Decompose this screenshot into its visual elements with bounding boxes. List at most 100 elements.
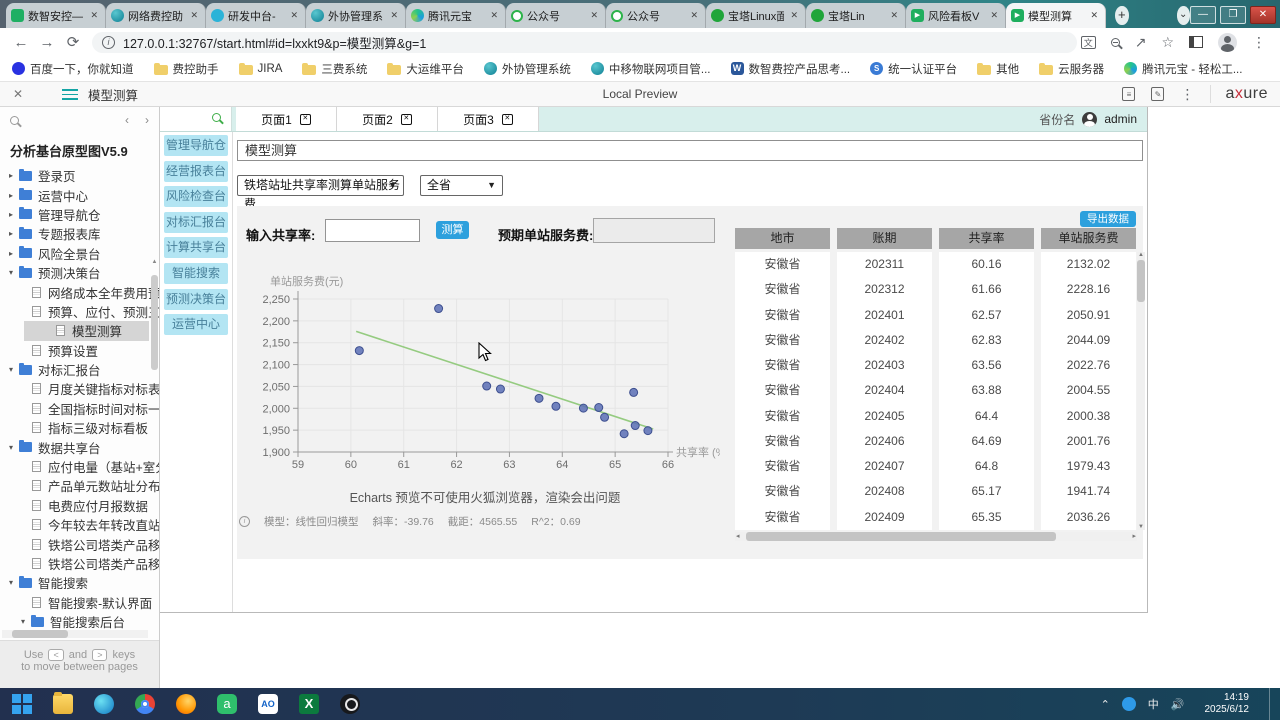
sidebar-item[interactable]: ▸专题报表库 bbox=[0, 224, 159, 243]
browser-tab[interactable]: 风险看板V✕ bbox=[906, 3, 1006, 28]
browser-tab[interactable]: 公众号✕ bbox=[506, 3, 606, 28]
browser-tab[interactable]: 公众号✕ bbox=[606, 3, 706, 28]
sidebar-item[interactable]: 产品单元数站址分布 bbox=[0, 476, 159, 495]
scroll-left-icon[interactable]: ◂ bbox=[736, 532, 740, 541]
console-icon[interactable]: ✎ bbox=[1151, 87, 1164, 101]
scrollbar-thumb[interactable] bbox=[1137, 260, 1145, 302]
show-desktop-button[interactable] bbox=[1269, 688, 1274, 720]
menu-button[interactable]: 预测决策台 bbox=[164, 289, 228, 310]
page-tab[interactable]: 页面3✕ bbox=[438, 107, 539, 131]
menu-button[interactable]: 风险检查台 bbox=[164, 186, 228, 207]
sidebar-item[interactable]: 智能搜索-默认界面 bbox=[0, 593, 159, 612]
edge-browser-icon[interactable] bbox=[94, 694, 114, 714]
close-button[interactable]: ✕ bbox=[1250, 6, 1276, 24]
table-row[interactable]: 安徽省20240463.882004.55 bbox=[735, 378, 1137, 403]
sidebar-item[interactable]: 应付电量（基站+室分W bbox=[0, 457, 159, 476]
message-icon[interactable] bbox=[1122, 697, 1136, 711]
profile-avatar[interactable] bbox=[1218, 33, 1237, 52]
bookmark-item[interactable]: 云服务器 bbox=[1039, 61, 1104, 77]
tab-close-icon[interactable]: ✕ bbox=[488, 10, 500, 21]
chrome-browser-icon[interactable] bbox=[135, 694, 155, 714]
browser-tab[interactable]: 宝塔Lin✕ bbox=[806, 3, 906, 28]
page-tab-close-icon[interactable]: ✕ bbox=[300, 114, 311, 125]
url-field[interactable]: i 127.0.0.1:32767/start.html#id=lxxkt9&p… bbox=[92, 32, 1077, 53]
green-chat-app-icon[interactable] bbox=[217, 694, 237, 714]
sidebar-item[interactable]: 指标三级对标看板 bbox=[0, 418, 159, 437]
scrollbar-thumb[interactable] bbox=[12, 630, 68, 638]
region-select[interactable]: 全省▼ bbox=[420, 175, 503, 196]
table-row[interactable]: 安徽省20240262.832044.09 bbox=[735, 328, 1137, 353]
sidebar-item[interactable]: ▸登录页 bbox=[0, 166, 159, 185]
table-horizontal-scrollbar[interactable]: ◂ ▸ bbox=[735, 532, 1137, 541]
search-icon[interactable] bbox=[10, 116, 19, 125]
menu-button[interactable]: 计算共享台 bbox=[164, 237, 228, 258]
table-row[interactable]: 安徽省20240664.692001.76 bbox=[735, 429, 1137, 454]
close-panel-icon[interactable]: ✕ bbox=[0, 87, 36, 101]
chevron-down-icon[interactable]: ▾ bbox=[6, 268, 16, 277]
table-row[interactable]: 安徽省20240162.572050.91 bbox=[735, 303, 1137, 328]
chevron-right-icon[interactable]: ▸ bbox=[6, 229, 16, 238]
table-vertical-scrollbar[interactable]: ▲ ▼ bbox=[1137, 252, 1145, 530]
table-row[interactable]: 安徽省20231160.162132.02 bbox=[735, 252, 1137, 277]
pages-icon[interactable]: ≡ bbox=[1122, 87, 1135, 101]
axure-menu-icon[interactable]: ⋮ bbox=[1180, 86, 1194, 103]
chevron-down-icon[interactable]: ▾ bbox=[6, 365, 16, 374]
input-language-indicator[interactable]: 中 bbox=[1148, 696, 1159, 712]
ao-app-icon[interactable] bbox=[258, 694, 278, 714]
tab-search-chevron-icon[interactable]: ⌄ bbox=[1177, 6, 1191, 25]
sidebar-item[interactable]: 网络成本全年费用预测 bbox=[0, 282, 159, 301]
browser-tab[interactable]: 网络费控助✕ bbox=[106, 3, 206, 28]
sidebar-item[interactable]: 铁塔公司塔类产品移动 bbox=[0, 534, 159, 553]
sidebar-item[interactable]: 月度关键指标对标表 bbox=[0, 379, 159, 398]
menu-button[interactable]: 经营报表台 bbox=[164, 161, 228, 182]
menu-button[interactable]: 运营中心 bbox=[164, 314, 228, 335]
user-avatar[interactable] bbox=[1082, 112, 1097, 127]
browser-tab[interactable]: 宝塔Linux面✕ bbox=[706, 3, 806, 28]
bookmark-item[interactable]: 三费系统 bbox=[302, 61, 367, 77]
scrollbar-thumb[interactable] bbox=[151, 275, 158, 370]
bookmark-item[interactable]: 其他 bbox=[977, 61, 1019, 77]
chevron-down-icon[interactable]: ▾ bbox=[6, 443, 16, 452]
tab-close-icon[interactable]: ✕ bbox=[688, 10, 700, 21]
table-row[interactable]: 安徽省20240865.171941.74 bbox=[735, 479, 1137, 504]
side-panel-icon[interactable] bbox=[1189, 36, 1203, 48]
sidebar-item[interactable]: ▾智能搜索后台 bbox=[0, 612, 159, 631]
page-tab[interactable]: 页面1✕ bbox=[236, 107, 337, 131]
page-tab-close-icon[interactable]: ✕ bbox=[401, 114, 412, 125]
tab-close-icon[interactable]: ✕ bbox=[588, 10, 600, 21]
bookmark-item[interactable]: JIRA bbox=[239, 63, 283, 75]
model-select[interactable]: 铁塔站址共享率测算单站服务费▼ bbox=[237, 175, 404, 196]
scroll-up-icon[interactable]: ▲ bbox=[1137, 252, 1145, 258]
sidebar-item[interactable]: ▸管理导航仓 bbox=[0, 205, 159, 224]
sidebar-item[interactable]: ▾预测决策台 bbox=[0, 263, 159, 282]
firefox-browser-icon[interactable] bbox=[176, 694, 196, 714]
tab-close-icon[interactable]: ✕ bbox=[388, 10, 400, 21]
sidebar-vertical-scrollbar[interactable]: ▲ bbox=[151, 267, 158, 688]
sidebar-item[interactable]: 今年较去年转改直站点 bbox=[0, 515, 159, 534]
bookmark-item[interactable]: W数智费控产品思考... bbox=[731, 61, 851, 77]
sitemap-icon[interactable] bbox=[62, 89, 78, 100]
share-rate-input[interactable] bbox=[325, 219, 420, 242]
tab-close-icon[interactable]: ✕ bbox=[188, 10, 200, 21]
browser-tab[interactable]: 研发中台-✕ bbox=[206, 3, 306, 28]
obs-studio-icon[interactable] bbox=[340, 694, 360, 714]
sidebar-item[interactable]: ▸风险全景台 bbox=[0, 244, 159, 263]
browser-tab[interactable]: 数智安控—✕ bbox=[6, 3, 106, 28]
taskbar-clock[interactable]: 14:19 2025/6/12 bbox=[1197, 692, 1258, 716]
page-tab-close-icon[interactable]: ✕ bbox=[502, 114, 513, 125]
site-info-icon[interactable]: i bbox=[102, 36, 115, 49]
share-icon[interactable]: ↗ bbox=[1135, 34, 1147, 51]
volume-icon[interactable]: 🔊 bbox=[1171, 698, 1185, 711]
tab-close-icon[interactable]: ✕ bbox=[88, 10, 100, 21]
table-row[interactable]: 安徽省20240764.81979.43 bbox=[735, 454, 1137, 479]
sidebar-item[interactable]: 铁塔公司塔类产品移动 bbox=[0, 554, 159, 573]
zoom-out-icon[interactable] bbox=[1111, 38, 1120, 47]
sidebar-item[interactable]: 模型测算 bbox=[24, 321, 149, 340]
tab-close-icon[interactable]: ✕ bbox=[988, 10, 1000, 21]
export-data-button[interactable]: 导出数据 bbox=[1080, 211, 1136, 227]
menu-button[interactable]: 智能搜索 bbox=[164, 263, 228, 284]
menu-button[interactable]: 对标汇报台 bbox=[164, 212, 228, 233]
bookmark-item[interactable]: 大运维平台 bbox=[387, 61, 464, 77]
browser-tab[interactable]: 外协管理系✕ bbox=[306, 3, 406, 28]
tab-close-icon[interactable]: ✕ bbox=[1088, 10, 1100, 21]
